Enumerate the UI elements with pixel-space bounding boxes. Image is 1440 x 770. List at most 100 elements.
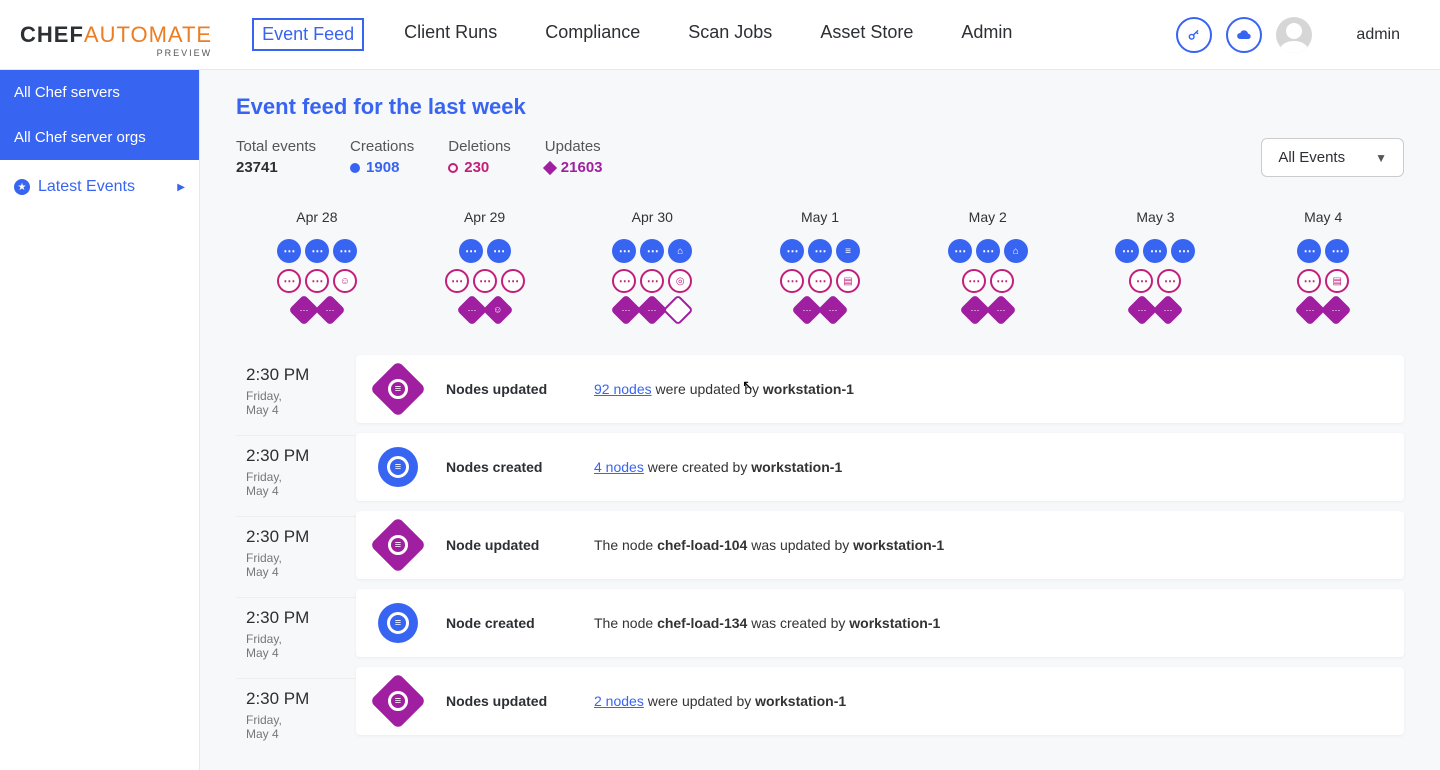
page-title: Event feed for the last week bbox=[236, 94, 1404, 120]
stat-deletions-label: Deletions bbox=[448, 138, 511, 155]
day-col[interactable]: May 3 ⋯⋯⋯ ⋯⋯ ⋯⋯ bbox=[1075, 209, 1237, 327]
chip-deletion-icon: ☺ bbox=[333, 269, 357, 293]
time-date: May 4 bbox=[246, 646, 356, 660]
chip-deletion-icon: ⋯ bbox=[612, 269, 636, 293]
cloud-icon[interactable] bbox=[1226, 17, 1262, 53]
tab-client-runs[interactable]: Client Runs bbox=[396, 18, 505, 51]
day-col[interactable]: May 1 ⋯⋯≡ ⋯⋯▤ ⋯⋯ bbox=[739, 209, 901, 327]
chip-creation-icon: ⋯ bbox=[1143, 239, 1167, 263]
event-link[interactable]: 92 nodes bbox=[594, 381, 652, 397]
chip-deletion-icon: ⋯ bbox=[445, 269, 469, 293]
latest-events-label: Latest Events bbox=[38, 178, 135, 196]
time-block: 2:30 PM Friday, May 4 bbox=[236, 355, 356, 436]
chip-deletion-icon: ⋯ bbox=[640, 269, 664, 293]
time-value: 2:30 PM bbox=[246, 446, 356, 466]
chip-creation-icon: ≡ bbox=[836, 239, 860, 263]
event-desc: 92 nodes were updated by workstation-1 bbox=[594, 381, 854, 397]
time-block: 2:30 PM Friday, May 4 bbox=[236, 679, 356, 759]
main-content: Event feed for the last week Total event… bbox=[200, 70, 1440, 770]
time-date: May 4 bbox=[246, 403, 356, 417]
chip-update-icon: ⋯ bbox=[959, 294, 990, 325]
chip-update-icon: ⋯ bbox=[314, 294, 345, 325]
stat-updates: Updates 21603 bbox=[545, 138, 603, 176]
ring-icon bbox=[448, 163, 458, 173]
event-title: Node updated bbox=[446, 537, 566, 553]
event-card[interactable]: ≡ Nodes updated 92 nodes were updated by… bbox=[356, 355, 1404, 423]
tab-admin[interactable]: Admin bbox=[953, 18, 1020, 51]
chip-creation-icon: ⋯ bbox=[459, 239, 483, 263]
username[interactable]: admin bbox=[1356, 26, 1400, 44]
tab-scan-jobs[interactable]: Scan Jobs bbox=[680, 18, 780, 51]
key-icon[interactable] bbox=[1176, 17, 1212, 53]
star-icon: ★ bbox=[14, 179, 30, 195]
logo-automate: AUTOMATE bbox=[84, 22, 212, 48]
logo-chef: CHEF bbox=[20, 22, 84, 48]
chevron-down-icon: ▼ bbox=[1375, 151, 1387, 165]
time-value: 2:30 PM bbox=[246, 608, 356, 628]
day-label: Apr 30 bbox=[571, 209, 733, 225]
chip-creation-icon: ⋯ bbox=[277, 239, 301, 263]
nodes-updated-icon: ≡ bbox=[370, 673, 427, 730]
chip-update-icon bbox=[663, 294, 694, 325]
time-value: 2:30 PM bbox=[246, 689, 356, 709]
tab-event-feed[interactable]: Event Feed bbox=[252, 18, 364, 51]
sidebar-latest-events[interactable]: ★ Latest Events ▶ bbox=[0, 160, 199, 214]
chip-creation-icon: ⋯ bbox=[780, 239, 804, 263]
day-label: Apr 29 bbox=[404, 209, 566, 225]
event-title: Nodes updated bbox=[446, 381, 566, 397]
chip-update-icon: ⋯ bbox=[1153, 294, 1184, 325]
day-col[interactable]: Apr 28 ⋯⋯⋯ ⋯⋯☺ ⋯⋯ bbox=[236, 209, 398, 327]
event-desc: 4 nodes were created by workstation-1 bbox=[594, 459, 842, 475]
avatar[interactable] bbox=[1276, 17, 1312, 53]
stat-deletions-value: 230 bbox=[448, 159, 511, 176]
event-card[interactable]: ≡ Nodes updated 2 nodes were updated by … bbox=[356, 667, 1404, 735]
time-day: Friday, bbox=[246, 389, 356, 403]
chip-creation-icon: ⋯ bbox=[305, 239, 329, 263]
event-card[interactable]: ≡ Node updated The node chef-load-104 wa… bbox=[356, 511, 1404, 579]
time-day: Friday, bbox=[246, 632, 356, 646]
top-nav: CHEF AUTOMATE PREVIEW Event Feed Client … bbox=[0, 0, 1440, 70]
event-desc: 2 nodes were updated by workstation-1 bbox=[594, 693, 846, 709]
chevron-right-icon: ▶ bbox=[177, 182, 185, 193]
chip-deletion-icon: ⋯ bbox=[1129, 269, 1153, 293]
stat-creations: Creations 1908 bbox=[350, 138, 414, 176]
sidebar-item-all-servers[interactable]: All Chef servers bbox=[0, 70, 199, 115]
event-column: ≡ Nodes updated 92 nodes were updated by… bbox=[356, 355, 1404, 759]
diamond-icon bbox=[543, 160, 557, 174]
time-value: 2:30 PM bbox=[246, 365, 356, 385]
sidebar-item-all-orgs[interactable]: All Chef server orgs bbox=[0, 115, 199, 160]
chip-deletion-icon: ⋯ bbox=[473, 269, 497, 293]
node-updated-icon: ≡ bbox=[370, 517, 427, 574]
chip-deletion-icon: ⋯ bbox=[990, 269, 1014, 293]
event-desc: The node chef-load-134 was created by wo… bbox=[594, 615, 940, 631]
day-label: May 2 bbox=[907, 209, 1069, 225]
event-card[interactable]: ≡ Node created The node chef-load-134 wa… bbox=[356, 589, 1404, 657]
chip-creation-icon: ⋯ bbox=[487, 239, 511, 263]
nodes-created-icon: ≡ bbox=[378, 447, 418, 487]
cursor-icon: ↖ bbox=[742, 377, 754, 394]
nav-tabs: Event Feed Client Runs Compliance Scan J… bbox=[252, 18, 1020, 51]
day-col[interactable]: May 2 ⋯⋯⌂ ⋯⋯ ⋯⋯ bbox=[907, 209, 1069, 327]
event-card[interactable]: ≡ Nodes created 4 nodes were created by … bbox=[356, 433, 1404, 501]
logo-preview: PREVIEW bbox=[157, 48, 213, 58]
time-day: Friday, bbox=[246, 551, 356, 565]
tab-compliance[interactable]: Compliance bbox=[537, 18, 648, 51]
stats-row: Total events 23741 Creations 1908 Deleti… bbox=[236, 138, 1404, 177]
filter-dropdown[interactable]: All Events ▼ bbox=[1261, 138, 1404, 177]
day-col[interactable]: Apr 30 ⋯⋯⌂ ⋯⋯◎ ⋯⋯ bbox=[571, 209, 733, 327]
time-value: 2:30 PM bbox=[246, 527, 356, 547]
tab-asset-store[interactable]: Asset Store bbox=[812, 18, 921, 51]
dot-icon bbox=[350, 163, 360, 173]
stat-updates-label: Updates bbox=[545, 138, 603, 155]
chip-creation-icon: ⌂ bbox=[1004, 239, 1028, 263]
event-title: Nodes updated bbox=[446, 693, 566, 709]
event-title: Nodes created bbox=[446, 459, 566, 475]
stat-total-label: Total events bbox=[236, 138, 316, 155]
time-block: 2:30 PM Friday, May 4 bbox=[236, 436, 356, 517]
event-link[interactable]: 4 nodes bbox=[594, 459, 644, 475]
day-col[interactable]: Apr 29 ⋯⋯ ⋯⋯⋯ ⋯☺ bbox=[404, 209, 566, 327]
chip-update-icon: ⋯ bbox=[985, 294, 1016, 325]
event-link[interactable]: 2 nodes bbox=[594, 693, 644, 709]
day-col[interactable]: May 4 ⋯⋯ ⋯▤ ⋯⋯ bbox=[1242, 209, 1404, 327]
chip-deletion-icon: ⋯ bbox=[962, 269, 986, 293]
